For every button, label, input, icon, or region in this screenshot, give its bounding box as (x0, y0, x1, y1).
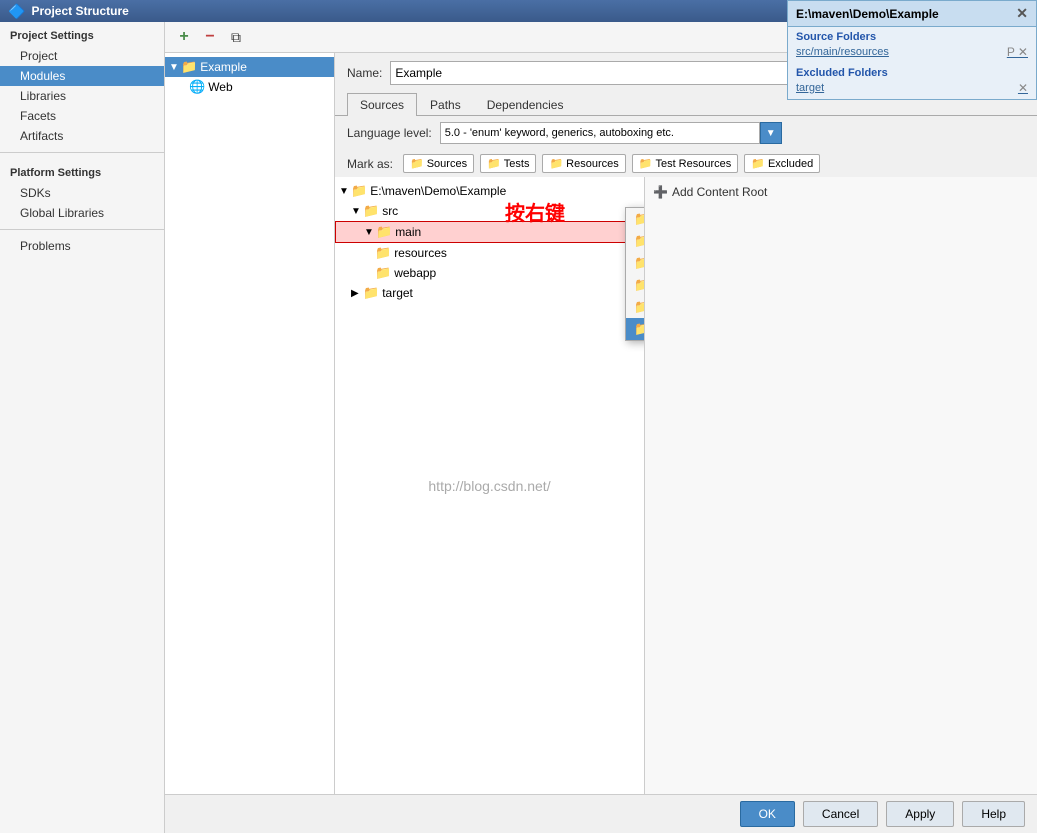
tree-item-webapp[interactable]: 📁 webapp (335, 263, 644, 283)
mark-excluded-button[interactable]: 📁 Excluded (744, 154, 820, 173)
ctx-test-resources[interactable]: 📁 Test Resources (626, 274, 645, 296)
sidebar-divider-2 (0, 229, 164, 230)
ctx-tests[interactable]: 📁 Tests Alt+T (626, 230, 645, 252)
sidebar-item-project[interactable]: Project (0, 46, 164, 66)
arrow-icon: ▶ (351, 288, 363, 299)
tree-item-main[interactable]: ▼ 📁 main (335, 221, 644, 243)
language-level-label: Language level: (347, 126, 432, 140)
bottom-split: ▼ 📁 E:\maven\Demo\Example ▼ 📁 src ▼ (335, 177, 1037, 794)
bottom-bar: OK Cancel Apply Help (165, 794, 1037, 833)
ctx-testres-icon: 📁 (634, 277, 645, 293)
add-content-root-text: Add Content Root (672, 185, 767, 199)
label-target: target (382, 286, 413, 300)
apply-button[interactable]: Apply (886, 801, 954, 827)
tests-icon: 📁 (487, 157, 501, 170)
split-pane: ▼ 📁 Example 🌐 Web Name: Sources (165, 53, 1037, 794)
ctx-excluded[interactable]: 📁 Excluded Alt+E (626, 296, 645, 318)
mark-sources-button[interactable]: 📁 Sources (403, 154, 474, 173)
app-icon: 🔷 (8, 3, 25, 20)
content-area: + − ⧉ ▼ 📁 Example 🌐 Web (165, 22, 1037, 833)
language-level-select-wrap: ▼ (440, 122, 782, 144)
folder-icon-root: 📁 (351, 183, 367, 199)
copy-button[interactable]: ⧉ (225, 26, 247, 48)
project-settings-label: Project Settings (0, 22, 164, 46)
sidebar-item-modules[interactable]: Modules (0, 66, 164, 86)
label-webapp: webapp (394, 266, 436, 280)
label-resources: resources (394, 246, 447, 260)
resources-icon: 📁 (549, 157, 563, 170)
sidebar-divider (0, 152, 164, 153)
arrow-icon: ▼ (339, 186, 351, 197)
ok-button[interactable]: OK (740, 801, 795, 827)
mark-as-label: Mark as: (347, 157, 393, 171)
mark-as-row: Mark as: 📁 Sources 📁 Tests 📁 Resources (335, 150, 1037, 177)
sidebar-item-global-libraries[interactable]: Global Libraries (0, 203, 164, 223)
tree-item-src[interactable]: ▼ 📁 src (335, 201, 644, 221)
cancel-button[interactable]: Cancel (803, 801, 878, 827)
tree-item-resources[interactable]: 📁 resources (335, 243, 644, 263)
file-tree-area: ▼ 📁 E:\maven\Demo\Example ▼ 📁 src ▼ (335, 177, 645, 794)
folder-icon-resources: 📁 (375, 245, 391, 261)
main-container: Project Settings Project Modules Librari… (0, 22, 1037, 833)
ctx-sources-icon: 📁 (634, 211, 645, 227)
sources-icon: 📁 (410, 157, 424, 170)
info-panel: ➕ Add Content Root E:\maven\Demo\Example… (645, 177, 1037, 794)
folder-icon-src: 📁 (363, 203, 379, 219)
help-button[interactable]: Help (962, 801, 1025, 827)
details-panel: Name: Sources Paths Dependencies Languag… (335, 53, 1037, 794)
tree-item-root-path[interactable]: ▼ 📁 E:\maven\Demo\Example (335, 181, 644, 201)
ctx-excluded-icon: 📁 (634, 299, 645, 315)
ctx-tests-icon: 📁 (634, 233, 645, 249)
sidebar-item-artifacts[interactable]: Artifacts (0, 126, 164, 146)
language-level-row: Language level: ▼ (335, 116, 1037, 150)
add-button[interactable]: + (173, 26, 195, 48)
arrow-icon: ▼ (364, 227, 376, 238)
add-content-root-icon: ➕ (653, 185, 668, 199)
sidebar-item-sdks[interactable]: SDKs (0, 183, 164, 203)
platform-settings-label: Platform Settings (0, 159, 164, 183)
language-level-dropdown-btn[interactable]: ▼ (760, 122, 782, 144)
remove-button[interactable]: − (199, 26, 221, 48)
label-root: E:\maven\Demo\Example (370, 184, 506, 198)
folder-icon-target: 📁 (363, 285, 379, 301)
tree-label-web: Web (208, 80, 232, 94)
context-menu: 📁 Sources Alt+S 📁 Tests Alt+T (625, 207, 645, 341)
excluded-icon: 📁 (751, 157, 765, 170)
tree-item-target[interactable]: ▶ 📁 target (335, 283, 644, 303)
watermark-text: http://blog.csdn.net/ (428, 478, 550, 494)
sidebar-item-problems[interactable]: Problems (0, 236, 164, 256)
ctx-resources[interactable]: 📁 Resources (626, 252, 645, 274)
label-src: src (382, 204, 398, 218)
mark-test-resources-button[interactable]: 📁 Test Resources (632, 154, 739, 173)
module-tree-panel: ▼ 📁 Example 🌐 Web (165, 53, 335, 794)
tree-item-example[interactable]: ▼ 📁 Example (165, 57, 334, 77)
language-level-select[interactable] (440, 122, 760, 144)
mark-resources-button[interactable]: 📁 Resources (542, 154, 625, 173)
folder-icon: 📁 (181, 59, 197, 75)
arrow-icon: ▼ (351, 206, 363, 217)
label-main: main (395, 225, 421, 239)
ctx-sources[interactable]: 📁 Sources Alt+S (626, 208, 645, 230)
folder-icon-webapp: 📁 (375, 265, 391, 281)
tab-sources[interactable]: Sources (347, 93, 417, 116)
name-label: Name: (347, 66, 382, 80)
title-bar-text: Project Structure (31, 4, 128, 18)
tree-arrow: ▼ (169, 62, 181, 73)
tab-dependencies[interactable]: Dependencies (474, 93, 577, 116)
tree-item-web[interactable]: 🌐 Web (165, 77, 334, 97)
tab-paths[interactable]: Paths (417, 93, 474, 116)
folder-icon-main: 📁 (376, 224, 392, 240)
test-resources-icon: 📁 (639, 157, 653, 170)
sidebar-item-facets[interactable]: Facets (0, 106, 164, 126)
ctx-new-folder[interactable]: 📁 New Folder... (626, 318, 645, 340)
web-icon: 🌐 (189, 79, 205, 95)
ctx-newfoldr-icon: 📁 (634, 321, 645, 337)
mark-tests-button[interactable]: 📁 Tests (480, 154, 536, 173)
sidebar: Project Settings Project Modules Librari… (0, 22, 165, 833)
tree-label-example: Example (200, 60, 247, 74)
ctx-resources-icon: 📁 (634, 255, 645, 271)
sidebar-item-libraries[interactable]: Libraries (0, 86, 164, 106)
